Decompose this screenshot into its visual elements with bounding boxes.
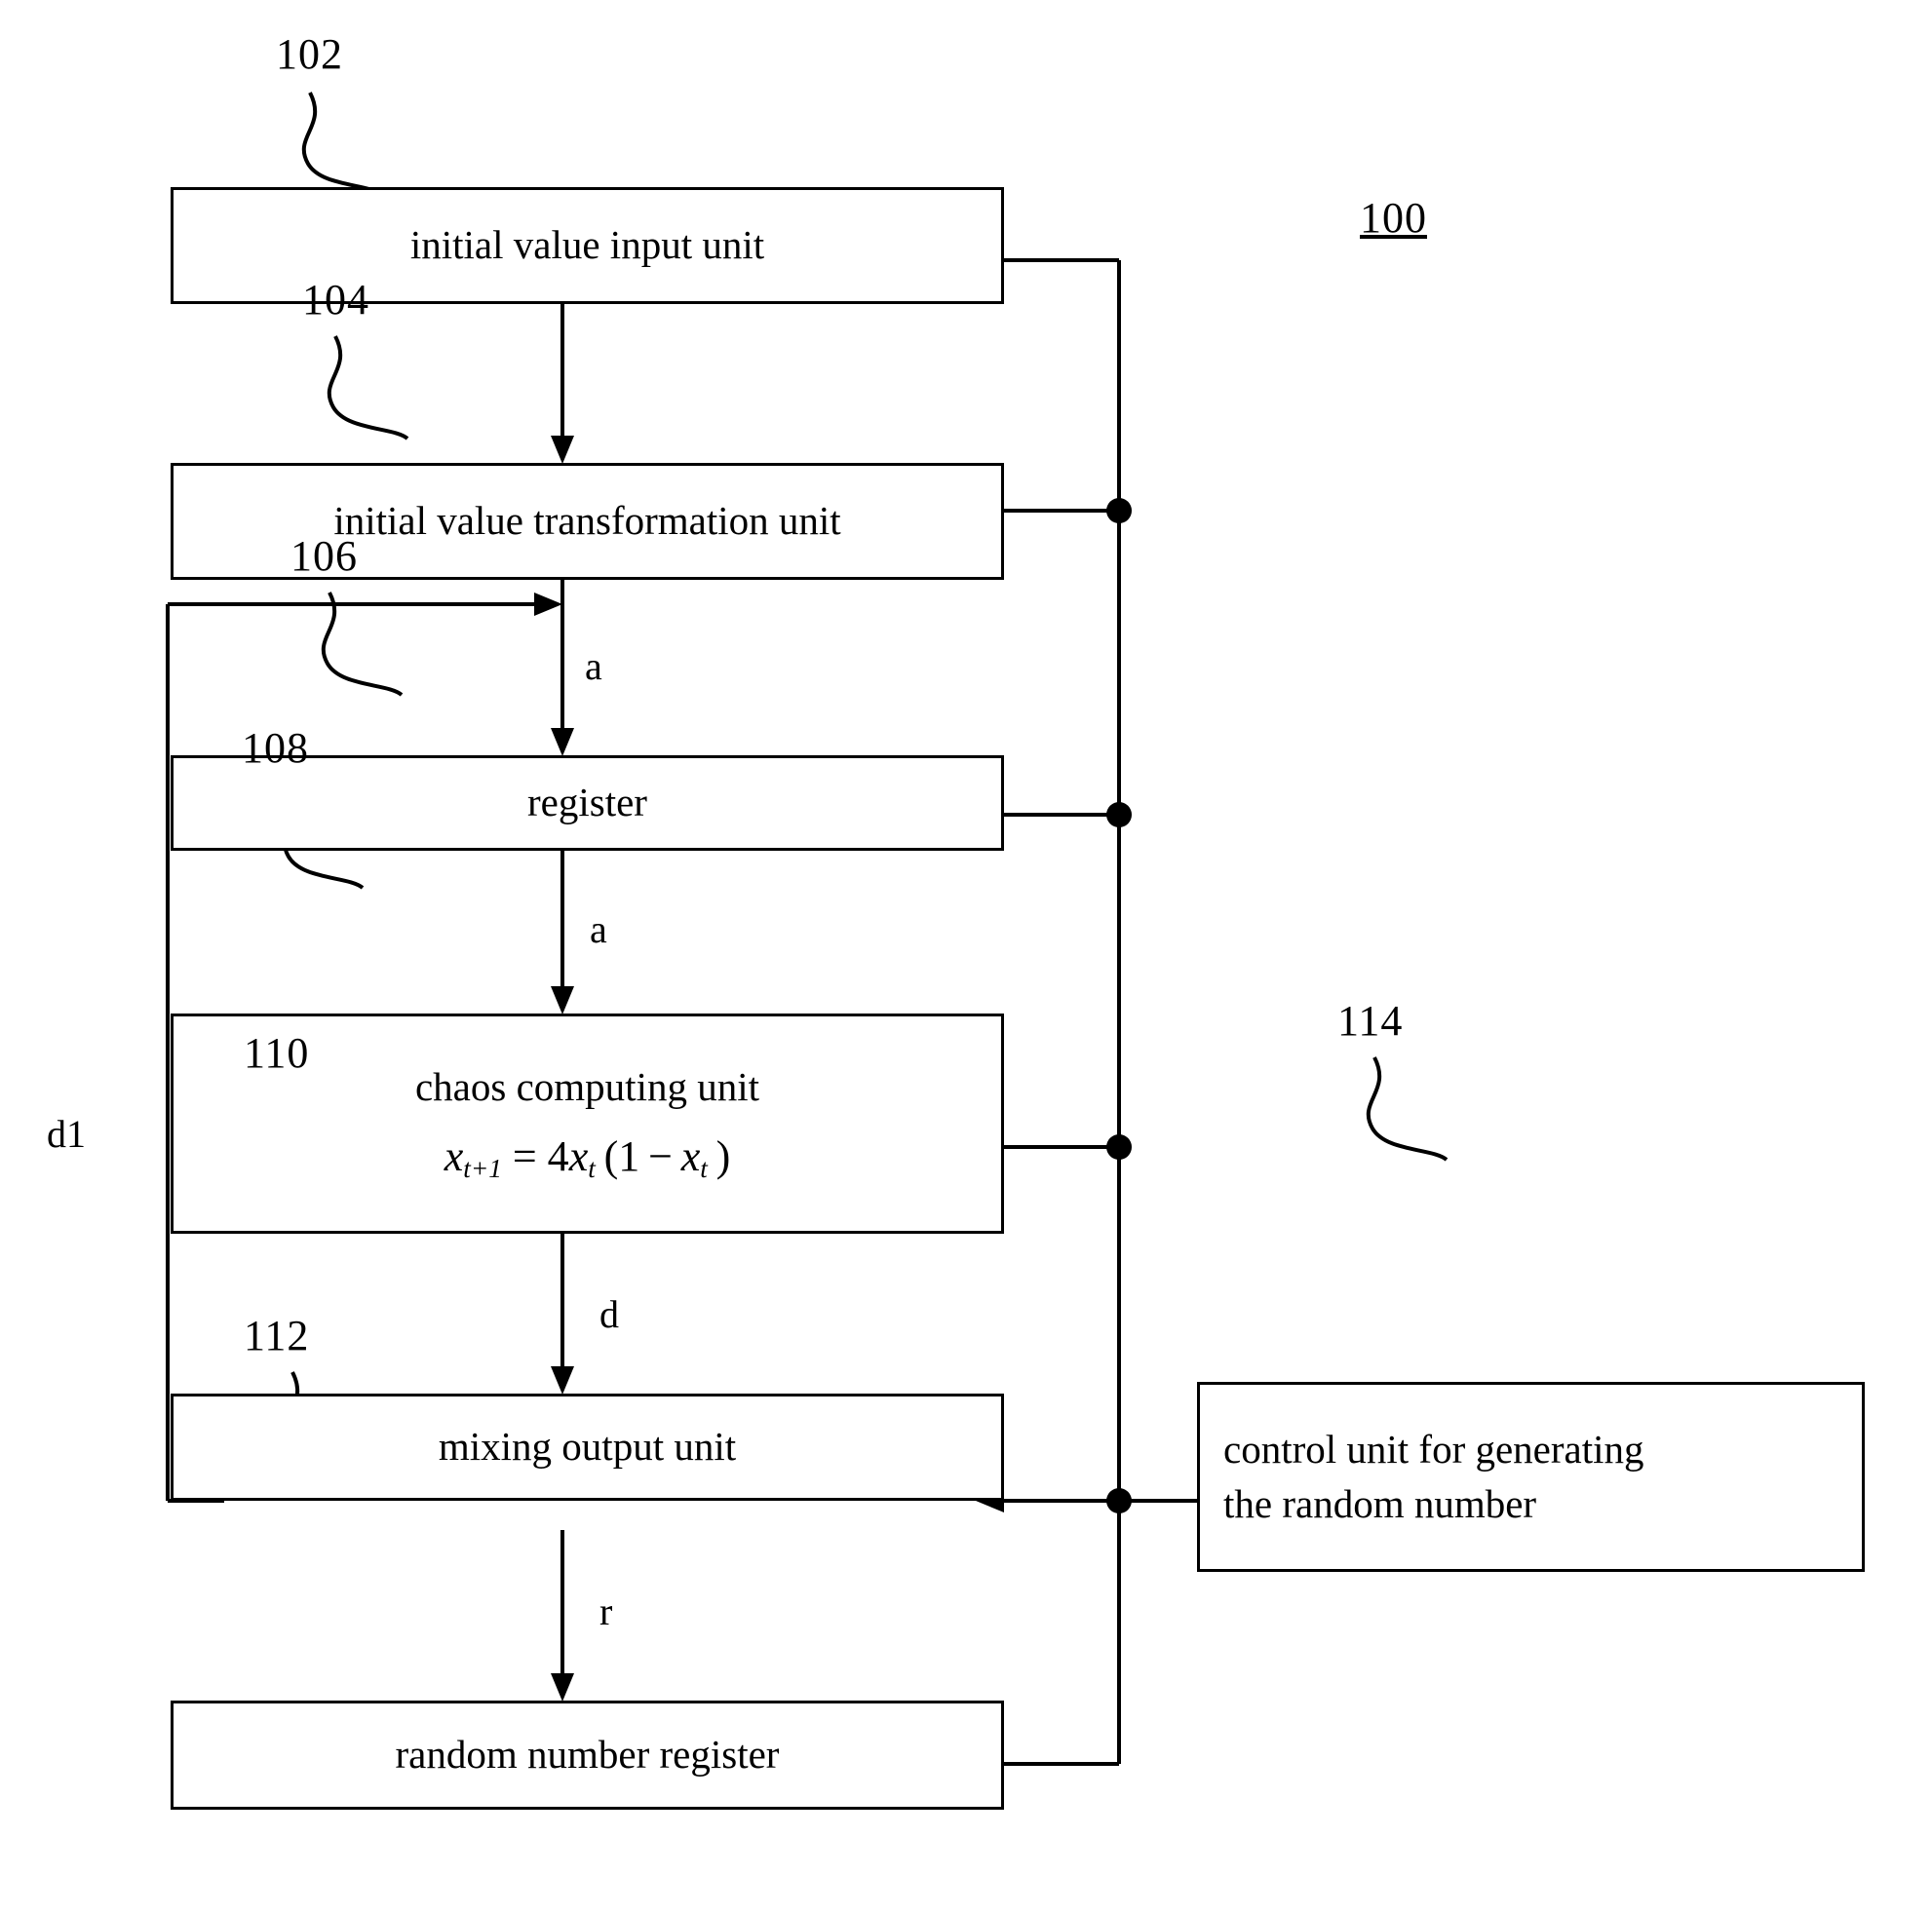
ref-104: 104	[302, 276, 369, 324]
block-label: initial value input unit	[409, 222, 765, 268]
block-mixing-output-unit[interactable]: mixing output unit	[171, 1394, 1004, 1501]
ref-112: 112	[244, 1312, 310, 1359]
ref-106: 106	[290, 532, 358, 580]
ref-114: 114	[1337, 997, 1404, 1045]
block-label: register	[527, 780, 647, 825]
signal-label-d1-feedback: d1	[47, 1112, 86, 1156]
block-label: chaos computing unit	[414, 1063, 759, 1109]
signal-label-r-mixing-to-register: r	[599, 1589, 613, 1633]
block-label: random number register	[395, 1732, 780, 1778]
signal-label-a-transform-to-register: a	[585, 644, 602, 688]
signal-label-d-chaos-to-mixing: d	[599, 1292, 619, 1336]
ref-100-figure: 100	[1360, 194, 1427, 242]
block-label: initial value transformation unit	[333, 498, 841, 544]
chaos-formula: xt+1 = 4xt (1 − xt )	[444, 1132, 731, 1183]
block-label: mixing output unit	[438, 1424, 737, 1470]
ref-102: 102	[276, 30, 343, 78]
signal-label-a-register-to-chaos: a	[590, 907, 607, 951]
figure-canvas: initial value input unit initial value t…	[0, 0, 1932, 1913]
block-control-unit-random-number[interactable]: control unit for generating the random n…	[1197, 1382, 1865, 1572]
block-random-number-register[interactable]: random number register	[171, 1701, 1004, 1810]
block-label-line-1: control unit for generating	[1223, 1427, 1644, 1473]
ref-108: 108	[242, 724, 309, 772]
block-label-line-2: the random number	[1223, 1480, 1537, 1526]
ref-110: 110	[244, 1029, 310, 1077]
block-initial-value-input-unit[interactable]: initial value input unit	[171, 187, 1004, 304]
